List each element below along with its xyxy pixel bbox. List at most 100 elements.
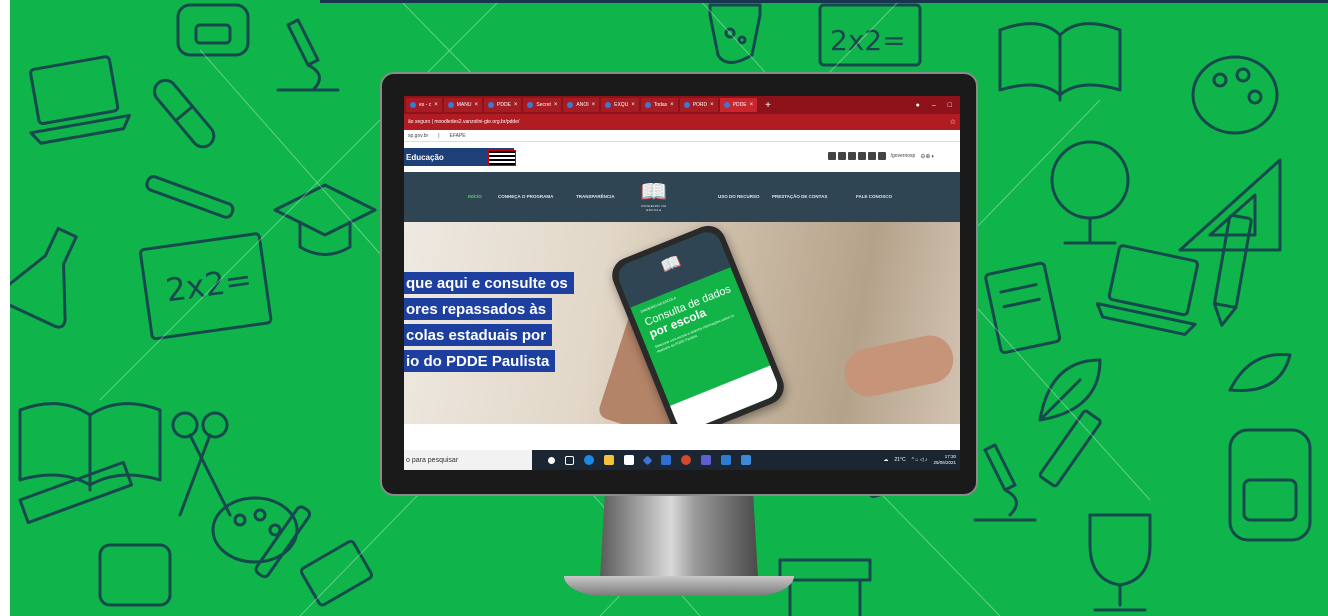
book-icon-2 (299, 539, 373, 607)
browser-tab[interactable]: PDDE × (719, 98, 758, 112)
tab-label: Secret (536, 102, 551, 108)
page-icon (410, 102, 416, 108)
site-icon (723, 102, 730, 108)
edge-icon[interactable] (584, 455, 594, 465)
chalkboard-icon-2: 2x2= (818, 3, 922, 67)
weather-icon[interactable]: ☁ (883, 457, 888, 463)
palette-icon-2 (1191, 55, 1279, 135)
window-icon[interactable] (741, 455, 751, 465)
hero-banner: 📖 DINHEIRO NA ESCOLA Consulta de dados p… (404, 222, 960, 424)
graduation-cap-icon (273, 183, 377, 256)
laptop-icon (29, 55, 131, 145)
browser-tab[interactable]: Secret × (523, 98, 562, 112)
tab-label: Todas (653, 102, 668, 108)
app-icon[interactable] (642, 455, 653, 465)
scissors-icon (171, 411, 232, 517)
close-icon[interactable]: × (434, 102, 438, 108)
tab-label: EXQU (614, 102, 629, 108)
new-tab-button[interactable]: + (765, 100, 771, 111)
site-icon (567, 102, 574, 108)
chrome-icon[interactable] (681, 455, 691, 465)
site-icon (605, 102, 612, 108)
clock[interactable]: 17:30 25/06/2021 (933, 454, 956, 466)
hero-text-line-1: que aqui e consulte os (404, 272, 574, 294)
bag-icon (98, 543, 172, 607)
nav-uso-recurso[interactable]: USO DO RECURSO (718, 194, 760, 199)
backpack-icon-2 (1228, 428, 1312, 542)
bookmark-sp-gov[interactable]: sp.gov.br (408, 133, 428, 139)
teams-icon[interactable] (701, 455, 711, 465)
close-icon[interactable]: × (631, 102, 635, 108)
cortana-icon[interactable] (548, 456, 555, 464)
pdde-logo[interactable]: 📖 DINHEIRO NA ESCOLA (634, 180, 674, 216)
close-icon[interactable]: × (670, 102, 674, 108)
task-view-icon[interactable] (565, 455, 574, 465)
close-icon[interactable]: × (592, 102, 596, 108)
tray-icons[interactable]: ^ ⌂ ◁ ♪ (912, 457, 928, 463)
set-square-icon (1178, 158, 1282, 252)
hero-text-line-3: colas estaduais por (404, 324, 553, 346)
accessibility-icons[interactable]: ⊖⊕◑ (920, 153, 934, 160)
outlook-icon[interactable] (661, 455, 671, 465)
flickr-icon[interactable] (827, 152, 836, 160)
nav-transparencia[interactable]: TRANSPARÊNCIA (576, 194, 615, 199)
pencil-icon (1212, 213, 1253, 327)
extension-icon[interactable]: ● (916, 102, 920, 109)
close-icon[interactable]: × (514, 102, 518, 108)
minimize-icon[interactable]: – (932, 102, 936, 109)
twitter-icon[interactable] (857, 152, 866, 160)
youtube-icon[interactable] (877, 152, 886, 160)
window-controls: ● – □ (916, 102, 960, 109)
file-explorer-icon[interactable] (604, 455, 614, 465)
instagram-icon[interactable] (847, 152, 856, 160)
close-icon[interactable]: × (554, 102, 558, 108)
tab-label: MANU (456, 102, 472, 108)
desk-icon (778, 558, 872, 616)
social-links: /governosp ⊖⊕◑ (827, 152, 934, 160)
laptop-icon-2 (1095, 244, 1200, 336)
tab-label: es - c (419, 102, 432, 108)
taskbar-app-icons (548, 455, 751, 465)
browser-tab[interactable]: es - c × (406, 98, 442, 112)
nav-inicio[interactable]: INÍCIO (468, 194, 482, 199)
left-border-strip (0, 0, 10, 616)
gov-label: Educação (406, 152, 444, 162)
facebook-icon[interactable] (867, 152, 876, 160)
leaf-icon-2 (1228, 352, 1292, 393)
browser-tab[interactable]: MANU × (443, 98, 482, 112)
test-tube-icon (152, 78, 216, 149)
close-icon[interactable]: × (750, 102, 754, 108)
browser-tab[interactable]: PORD × (679, 98, 718, 112)
monitor: es - c × MANU × PDDE × Secret × ANOI × EXQU × Todas ×… (380, 72, 978, 496)
address-bar[interactable]: ão seguro | moodledes2.vanzolini-gte.org… (404, 114, 960, 130)
linkedin-icon[interactable] (837, 152, 846, 160)
browser-tab[interactable]: ANOI × (563, 98, 600, 112)
url-field[interactable]: ão seguro | moodledes2.vanzolini-gte.org… (408, 117, 944, 127)
word-icon[interactable] (721, 455, 731, 465)
store-icon[interactable] (624, 455, 634, 465)
close-icon[interactable]: × (710, 102, 714, 108)
hero-text-line-4: io do PDDE Paulista (404, 350, 556, 372)
browser-tab[interactable]: EXQU × (601, 98, 639, 112)
globe-icon (1050, 140, 1130, 245)
maximize-icon[interactable]: □ (948, 102, 952, 109)
browser-tab[interactable]: Todas × (640, 98, 678, 112)
microscope-icon (276, 18, 340, 92)
chalkboard-icon: 2x2= (139, 232, 273, 341)
close-icon[interactable]: × (474, 102, 478, 108)
pen-icon (145, 175, 235, 219)
tab-label: PDDE (497, 102, 511, 108)
nav-conheca-programa[interactable]: CONHEÇA O PROGRAMA (498, 194, 553, 199)
browser-tab[interactable]: PDDE × (484, 98, 522, 112)
nav-fale-conosco[interactable]: FALE CONOSCO (856, 194, 892, 199)
flask-icon (0, 226, 78, 329)
book-icon (998, 22, 1122, 102)
bookmark-efape[interactable]: EFAPE (450, 133, 466, 139)
beaker-icon (708, 3, 762, 64)
taskbar-search[interactable]: o para pesquisar (404, 450, 532, 470)
system-tray: ☁ 21°C ^ ⌂ ◁ ♪ 17:30 25/06/2021 (883, 454, 960, 466)
nav-prestacao-contas[interactable]: PRESTAÇÃO DE CONTAS (772, 194, 827, 199)
bookmark-star-icon[interactable]: ☆ (950, 118, 956, 126)
open-book-logo-icon: 📖 (640, 179, 668, 204)
pencil-icon-2 (1038, 409, 1102, 488)
